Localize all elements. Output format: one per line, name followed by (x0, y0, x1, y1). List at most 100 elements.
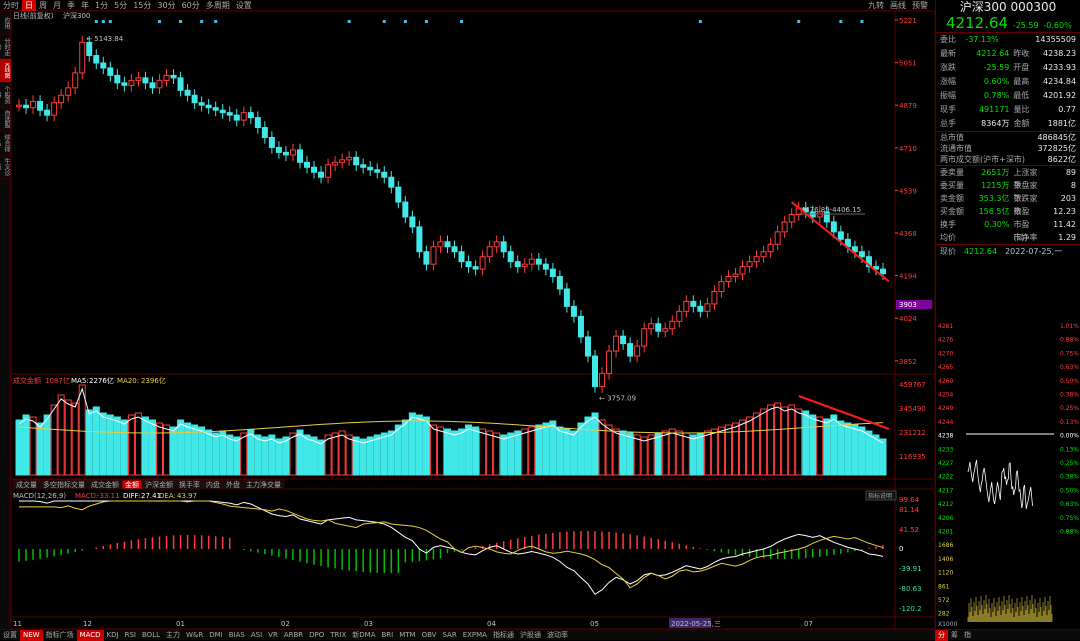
event-marker[interactable] (94, 20, 98, 23)
rail-item-6[interactable]: 牛叉诊断 (0, 155, 11, 179)
volume-bar[interactable] (205, 429, 213, 476)
indicator-tab-19[interactable]: OBV (419, 630, 440, 641)
volume-bar[interactable] (233, 436, 241, 476)
indicator-tab-7[interactable]: 主力 (163, 630, 183, 641)
candle-body[interactable] (346, 156, 353, 161)
candle-body[interactable] (198, 102, 205, 106)
event-marker[interactable] (403, 20, 407, 23)
volume-bar[interactable] (844, 422, 852, 476)
volume-bar[interactable] (198, 426, 206, 476)
volume-bar[interactable] (36, 422, 44, 476)
candle-body[interactable] (275, 146, 282, 153)
volume-bar[interactable] (549, 420, 557, 476)
event-marker[interactable] (797, 20, 801, 23)
candle-body[interactable] (268, 136, 275, 148)
volume-bar[interactable] (584, 416, 592, 476)
candle-body[interactable] (535, 258, 542, 265)
candle-body[interactable] (254, 117, 261, 129)
period-tab-4[interactable]: 季 (64, 0, 78, 11)
candle-body[interactable] (514, 261, 521, 268)
candle-body[interactable] (30, 100, 37, 109)
volume-bar[interactable] (809, 414, 817, 476)
candle-body[interactable] (100, 62, 107, 69)
volume-bar[interactable] (816, 416, 824, 476)
volume-bar[interactable] (429, 424, 437, 476)
volume-bar[interactable] (268, 434, 276, 476)
candle-body[interactable] (613, 335, 620, 352)
volume-bar[interactable] (15, 419, 23, 476)
candle-body[interactable] (486, 246, 493, 258)
candle-body[interactable] (318, 171, 325, 178)
candle-body[interactable] (549, 268, 556, 278)
volume-bar[interactable] (451, 430, 459, 476)
volume-bar[interactable] (626, 432, 634, 476)
period-tab-7[interactable]: 5分 (111, 0, 130, 11)
candle-body[interactable] (690, 300, 697, 307)
candle-body[interactable] (458, 251, 465, 263)
event-marker[interactable] (698, 20, 702, 23)
candle-body[interactable] (556, 276, 563, 290)
volume-bar[interactable] (240, 432, 248, 476)
candle-body[interactable] (142, 77, 149, 84)
volume-bar[interactable] (170, 426, 178, 476)
candle-body[interactable] (479, 256, 486, 270)
volume-bar[interactable] (177, 419, 185, 476)
volume-bar[interactable] (640, 436, 648, 476)
volume-bar[interactable] (113, 416, 121, 476)
candle-body[interactable] (472, 266, 479, 270)
candle-body[interactable] (830, 221, 837, 233)
volume-bar[interactable] (92, 406, 100, 476)
volume-bar[interactable] (696, 432, 704, 476)
volume-bar[interactable] (746, 416, 754, 476)
volume-bar[interactable] (795, 408, 803, 476)
volume-bar[interactable] (486, 430, 494, 476)
indicator-tab-11[interactable]: ASI (248, 630, 265, 641)
volume-bar[interactable] (760, 408, 768, 476)
candle-body[interactable] (746, 261, 753, 268)
candle-body[interactable] (718, 281, 725, 292)
volume-bar[interactable] (275, 438, 283, 476)
volume-bar[interactable] (563, 428, 571, 476)
volume-bar[interactable] (141, 416, 149, 476)
candle-body[interactable] (711, 290, 718, 305)
volume-bar[interactable] (64, 399, 72, 476)
rail-item-1[interactable]: 分时走势 (0, 35, 11, 59)
volume-bar[interactable] (408, 412, 416, 476)
candle-body[interactable] (325, 164, 332, 178)
rail-item-3[interactable]: 个股资料 (0, 83, 11, 107)
candle-body[interactable] (86, 41, 93, 57)
candle-body[interactable] (493, 241, 500, 248)
volume-bar[interactable] (865, 430, 873, 476)
rail-item-5[interactable]: 综合排名 (0, 131, 11, 155)
volume-bar[interactable] (542, 422, 550, 476)
candle-body[interactable] (641, 328, 648, 347)
candle-body[interactable] (219, 109, 226, 114)
candle-body[interactable] (563, 288, 570, 307)
candle-body[interactable] (739, 266, 746, 275)
candle-body[interactable] (381, 171, 388, 178)
candle-body[interactable] (592, 355, 598, 388)
volume-bar[interactable] (598, 419, 606, 476)
volume-bar[interactable] (717, 426, 725, 476)
volume-bar[interactable] (514, 430, 522, 476)
volume-bar[interactable] (851, 424, 859, 476)
candle-body[interactable] (634, 345, 641, 357)
volume-bar[interactable] (254, 434, 262, 476)
volume-bar[interactable] (633, 434, 641, 476)
candle-body[interactable] (430, 246, 437, 265)
volume-bar[interactable] (436, 426, 444, 476)
volume-bar[interactable] (710, 428, 718, 476)
candle-body[interactable] (437, 241, 444, 248)
toolbar-tool-0[interactable]: 九转 (865, 0, 887, 11)
candle-body[interactable] (732, 273, 739, 278)
candle-body[interactable] (837, 231, 844, 240)
candle-body[interactable] (697, 305, 704, 312)
candle-body[interactable] (65, 87, 72, 96)
period-tab-8[interactable]: 15分 (130, 0, 154, 11)
candle-body[interactable] (107, 67, 114, 76)
volume-bar[interactable] (675, 430, 683, 476)
volume-bar[interactable] (443, 428, 451, 476)
volume-bar[interactable] (739, 419, 747, 476)
indicator-tab-14[interactable]: DPO (306, 630, 327, 641)
candle-body[interactable] (156, 79, 163, 89)
